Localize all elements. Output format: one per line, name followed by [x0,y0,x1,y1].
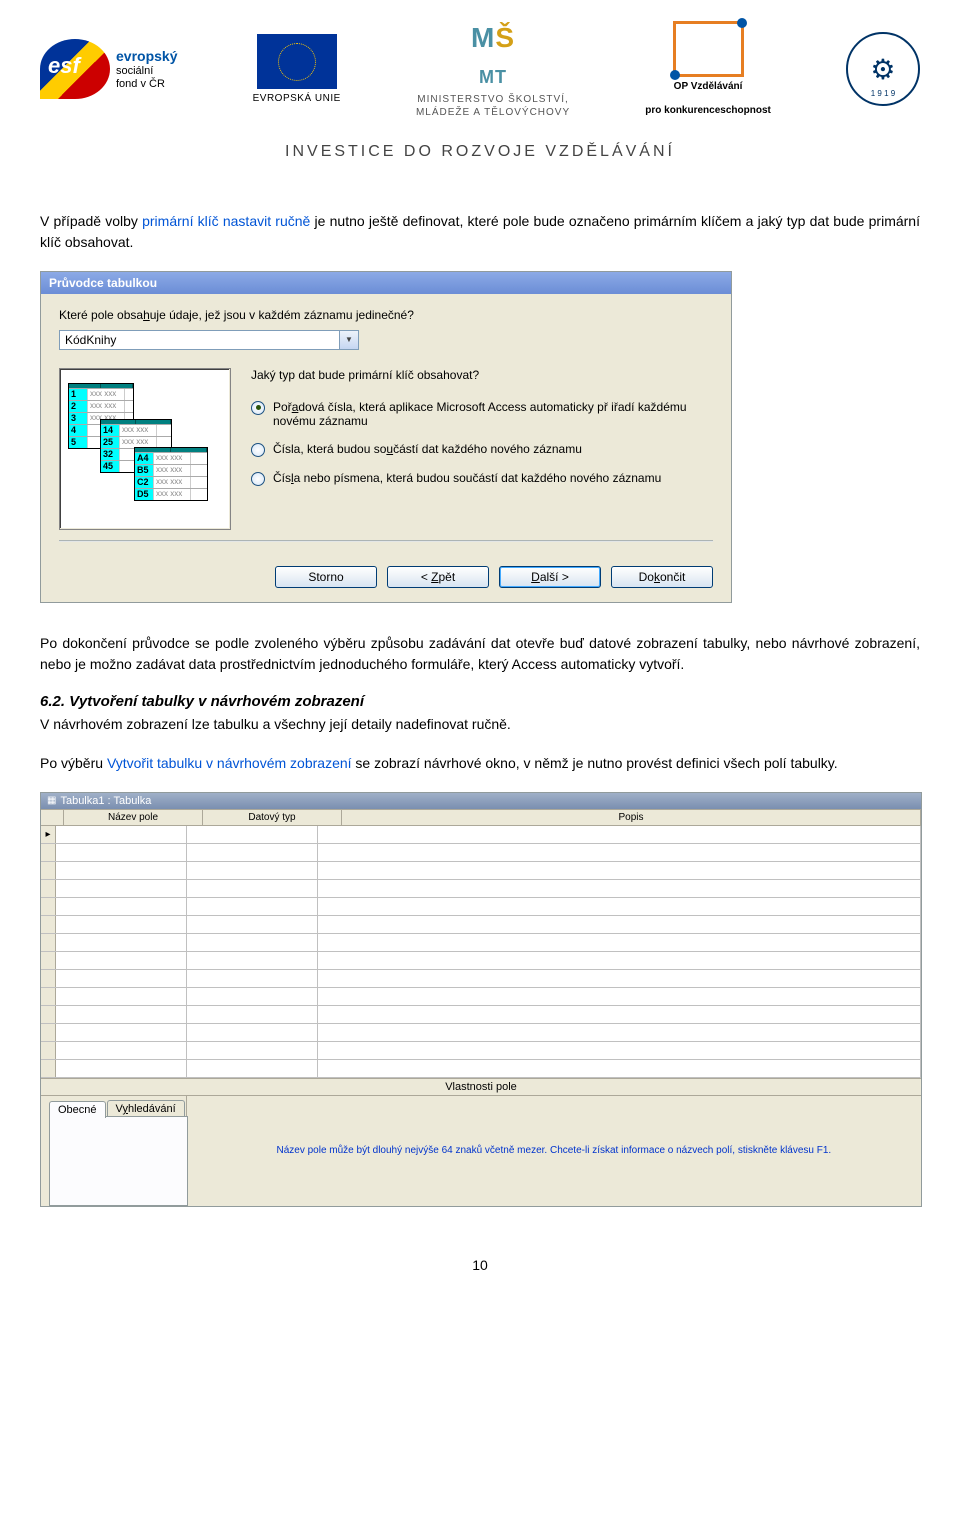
design-titlebar: Tabulka1 : Tabulka [41,793,921,809]
grid-row[interactable] [41,862,921,880]
paragraph-1: V případě volby primární klíč nastavit r… [40,211,920,253]
field-hint: Název pole může být dlouhý nejvýše 64 zn… [187,1096,921,1206]
grid-row[interactable] [41,988,921,1006]
radio-icon[interactable] [251,401,265,415]
msmt-label-1: MINISTERSTVO ŠKOLSTVÍ, [417,93,568,106]
radio-icon[interactable] [251,443,265,457]
grid-row[interactable] [41,1024,921,1042]
divider [59,540,713,542]
wizard-titlebar: Průvodce tabulkou [41,272,731,294]
grid-row[interactable]: ▸ [41,826,921,844]
radio-numbers[interactable]: Čísla, která budou součástí dat každého … [251,442,713,457]
field-combobox[interactable]: KódKnihy ▼ [59,330,359,350]
grid-row[interactable] [41,898,921,916]
col-description: Popis [342,810,921,826]
op-label-2: pro konkurenceschopnost [645,105,771,117]
grid-row[interactable] [41,844,921,862]
paragraph-3: V návrhovém zobrazení lze tabulku a všec… [40,714,920,735]
grid-row[interactable] [41,1006,921,1024]
seal-logo: 1 9 1 9 [846,32,920,106]
header-logos: esf evropský sociální fond v ČR EVROPSKÁ… [40,20,920,129]
link-primary-key-manual: primární klíč nastavit ručně [142,213,310,229]
grid-row[interactable] [41,1042,921,1060]
grid-row[interactable] [41,916,921,934]
field-combo-value[interactable]: KódKnihy [59,330,340,350]
esf-label-3: fond v ČR [116,78,165,90]
op-logo: OP Vzdělávání pro konkurenceschopnost [645,21,771,117]
radio-autonumber[interactable]: Pořadová čísla, která aplikace Microsoft… [251,400,713,428]
col-field-name: Název pole [64,810,203,826]
field-grid[interactable]: Název pole Datový typ Popis ▸ [41,809,921,1078]
eu-flag-icon [257,34,337,89]
esf-label-2: sociální [116,65,153,77]
wizard-question-1: Které pole obsahuje údaje, jež jsou v ka… [59,308,713,322]
seal-year: 1 9 1 9 [871,89,895,98]
tab-lookup[interactable]: Vyhledávání [107,1100,185,1117]
msmt-label-2: MLÁDEŽE A TĚLOVÝCHOVY [416,106,570,119]
eu-logo: EVROPSKÁ UNIE [253,34,341,104]
wizard-question-2: Jaký typ dat bude primární klíč obsahova… [251,368,713,382]
radio-numbers-letters[interactable]: Čísla nebo písmena, která budou součástí… [251,471,713,486]
properties-panel[interactable] [49,1116,188,1206]
page-number: 10 [40,1257,920,1273]
esf-label-1: evropský [116,48,177,64]
grid-row[interactable] [41,952,921,970]
wizard-illustration: 1xxx xxx 2xxx xxx 3xxx xxx 4 5 14xxx xxx… [59,368,231,530]
col-data-type: Datový typ [203,810,342,826]
esf-logo: esf evropský sociální fond v ČR [40,39,177,99]
grid-row[interactable] [41,934,921,952]
link-create-design-view: Vytvořit tabulku v návrhovém zobrazení [107,755,352,771]
paragraph-4: Po výběru Vytvořit tabulku v návrhovém z… [40,753,920,774]
op-box-icon [673,21,744,77]
grid-row[interactable] [41,880,921,898]
grid-row[interactable] [41,970,921,988]
msmt-icon: MŠMT [471,20,515,93]
investice-tagline: INVESTICE DO ROZVOJE VZDĚLÁVÁNÍ [40,143,920,161]
back-button[interactable]: < Zpět [387,566,489,588]
finish-button[interactable]: Dokončit [611,566,713,588]
combo-dropdown-button[interactable]: ▼ [340,330,359,350]
eu-label: EVROPSKÁ UNIE [253,93,341,104]
table-design-window: Tabulka1 : Tabulka Název pole Datový typ… [40,792,922,1207]
grid-row[interactable] [41,1060,921,1078]
cancel-button[interactable]: Storno [275,566,377,588]
radio-icon[interactable] [251,472,265,486]
tab-general[interactable]: Obecné [49,1101,106,1118]
esf-swirl-icon: esf [40,39,110,99]
table-wizard-dialog: Průvodce tabulkou Které pole obsahuje úd… [40,271,732,603]
section-heading: 6.2. Vytvoření tabulky v návrhovém zobra… [40,693,920,710]
msmt-logo: MŠMT MINISTERSTVO ŠKOLSTVÍ, MLÁDEŽE A TĚ… [416,20,570,119]
op-label-1: OP Vzdělávání [674,81,743,93]
field-properties-title: Vlastnosti pole [41,1079,921,1096]
next-button[interactable]: Další > [499,566,601,588]
paragraph-2: Po dokončení průvodce se podle zvoleného… [40,633,920,675]
